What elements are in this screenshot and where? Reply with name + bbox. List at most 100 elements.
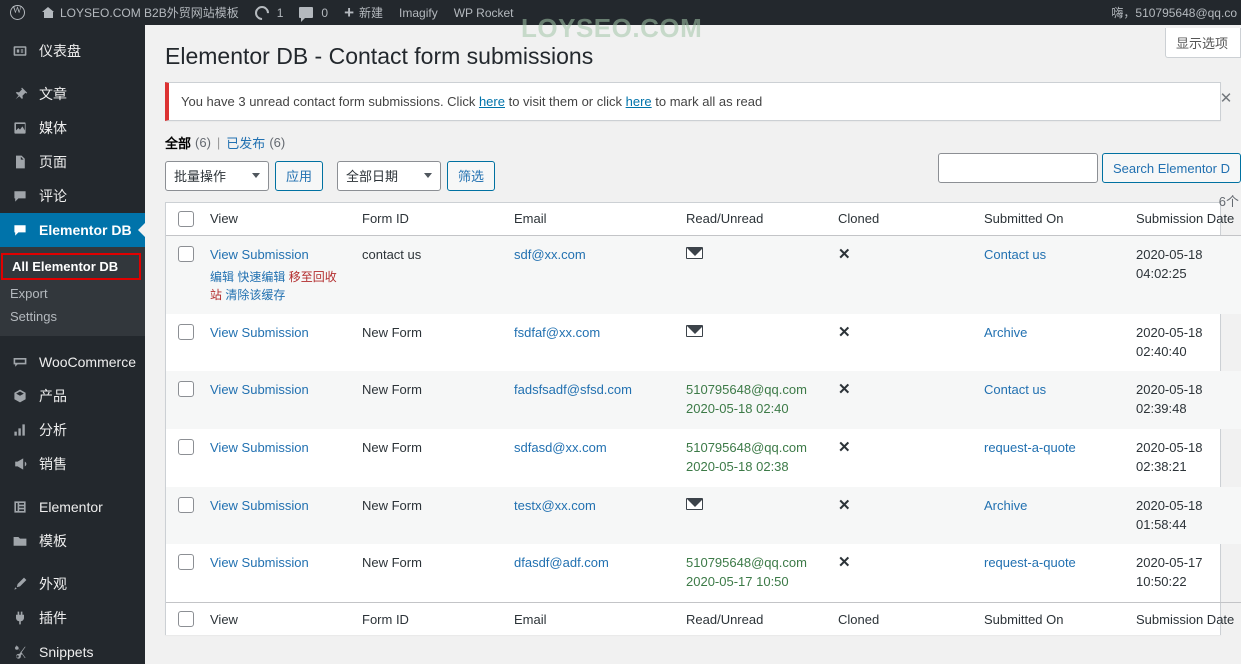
row-action-quick-edit[interactable]: 快速编辑 <box>237 270 285 284</box>
sidebar-item-dashboard[interactable]: 仪表盘 <box>0 34 145 68</box>
imagify-menu[interactable]: Imagify <box>391 0 446 25</box>
comments-menu[interactable]: 0 <box>291 0 336 25</box>
footer-submission-date[interactable]: Submission Date <box>1126 602 1241 636</box>
submitted-on-link[interactable]: Contact us <box>984 382 1046 397</box>
select-all-footer <box>166 602 200 636</box>
analytics-icon <box>10 420 30 440</box>
row-checkbox[interactable] <box>178 323 194 340</box>
sidebar-item-snippets[interactable]: Snippets <box>0 635 145 664</box>
item-count-label: 6个 <box>1218 194 1239 209</box>
notice-visit-link[interactable]: here <box>479 94 505 109</box>
close-icon: ✕ <box>838 381 851 399</box>
submitted-on-link[interactable]: Archive <box>984 325 1027 340</box>
my-account-menu[interactable]: 嗨，510795648@qq.co <box>1103 0 1241 25</box>
header-cloned[interactable]: Cloned <box>828 202 974 236</box>
wp-logo-menu[interactable] <box>0 0 34 25</box>
view-submission-link[interactable]: View Submission <box>210 498 309 513</box>
header-form-id[interactable]: Form ID <box>352 202 504 236</box>
updates-menu[interactable]: 1 <box>247 0 292 25</box>
footer-read-unread[interactable]: Read/Unread <box>676 602 828 636</box>
row-checkbox[interactable] <box>178 439 194 456</box>
footer-form-id[interactable]: Form ID <box>352 602 504 636</box>
wp-rocket-menu[interactable]: WP Rocket <box>446 0 522 25</box>
close-icon[interactable]: ✕ <box>1216 89 1236 109</box>
sidebar-item-pages[interactable]: 页面 <box>0 145 145 179</box>
sidebar-item-appearance[interactable]: 外观 <box>0 567 145 601</box>
sidebar-item-plugins[interactable]: 插件 <box>0 601 145 635</box>
view-submission-link[interactable]: View Submission <box>210 382 309 397</box>
view-submission-link[interactable]: View Submission <box>210 555 309 570</box>
submitted-on-link[interactable]: request-a-quote <box>984 555 1076 570</box>
form-id-cell: contact us <box>352 235 504 314</box>
view-filter-all[interactable]: 全部 (6) <box>165 133 211 152</box>
select-all-checkbox[interactable] <box>178 210 194 227</box>
row-checkbox[interactable] <box>178 496 194 513</box>
sidebar-item-media[interactable]: 媒体 <box>0 111 145 145</box>
email-link[interactable]: fadsfsadf@sfsd.com <box>514 382 632 397</box>
envelope-icon[interactable] <box>686 324 703 337</box>
view-filter-published[interactable]: 已发布 (6) <box>226 133 285 152</box>
table-footer-row: View Form ID Email Read/Unread Cloned Su… <box>166 602 1241 636</box>
submenu-item-export[interactable]: Export <box>0 282 145 305</box>
row-checkbox[interactable] <box>178 245 194 262</box>
view-submission-link[interactable]: View Submission <box>210 440 309 455</box>
submenu-item-all-elementor-db[interactable]: All Elementor DB <box>1 253 141 280</box>
select-all-checkbox-footer[interactable] <box>178 611 194 628</box>
footer-cloned[interactable]: Cloned <box>828 602 974 636</box>
view-submission-link[interactable]: View Submission <box>210 247 309 262</box>
submenu-item-settings[interactable]: Settings <box>0 305 145 328</box>
sidebar-item-woocommerce[interactable]: WooCommerce <box>0 345 145 379</box>
footer-submitted-on[interactable]: Submitted On <box>974 602 1126 636</box>
sidebar-item-label: 评论 <box>39 188 67 204</box>
search-submit-button[interactable]: Search Elementor D <box>1101 153 1241 183</box>
notice-text-after: to mark all as read <box>651 93 763 109</box>
email-link[interactable]: fsdfaf@xx.com <box>514 325 600 340</box>
bulk-action-select[interactable]: 批量操作 <box>165 160 269 191</box>
envelope-icon[interactable] <box>686 497 703 510</box>
email-link[interactable]: sdf@xx.com <box>514 247 586 262</box>
submission-date-cell: 2020-05-17 10:50:22 <box>1136 555 1203 590</box>
new-content-menu[interactable]: + 新建 <box>336 0 391 25</box>
row-select-cell <box>166 486 200 545</box>
screen-options-button[interactable]: 显示选项 <box>1164 28 1241 58</box>
apply-bulk-action-button[interactable]: 应用 <box>275 160 324 191</box>
notice-mark-read-link[interactable]: here <box>626 94 652 109</box>
page-icon <box>10 152 30 172</box>
view-submission-link[interactable]: View Submission <box>210 325 309 340</box>
row-checkbox[interactable] <box>178 381 194 398</box>
search-input[interactable] <box>937 153 1098 183</box>
filter-button[interactable]: 筛选 <box>447 160 496 191</box>
header-view[interactable]: View <box>200 202 352 236</box>
footer-view[interactable]: View <box>200 602 352 636</box>
header-read-unread[interactable]: Read/Unread <box>676 202 828 236</box>
comment-bubble-icon <box>299 7 314 22</box>
close-icon: ✕ <box>838 496 851 514</box>
sidebar-item-posts[interactable]: 文章 <box>0 77 145 111</box>
view-filter-published-label[interactable]: 已发布 <box>226 133 265 152</box>
submitted-on-link[interactable]: request-a-quote <box>984 440 1076 455</box>
submitted-on-link[interactable]: Contact us <box>984 247 1046 262</box>
sidebar-item-elementor-db[interactable]: Elementor DB <box>0 213 145 247</box>
sidebar-item-analytics[interactable]: 分析 <box>0 413 145 447</box>
submission-date-cell: 2020-05-18 02:39:48 <box>1126 371 1241 430</box>
email-link[interactable]: dfasdf@adf.com <box>514 555 609 570</box>
date-filter-select[interactable]: 全部日期 <box>337 160 442 191</box>
comment-icon <box>10 186 30 206</box>
header-email[interactable]: Email <box>504 202 676 236</box>
row-action-edit[interactable]: 编辑 <box>210 270 234 284</box>
header-submitted-on[interactable]: Submitted On <box>974 202 1126 236</box>
sidebar-item-templates[interactable]: 模板 <box>0 524 145 558</box>
footer-email[interactable]: Email <box>504 602 676 636</box>
row-checkbox[interactable] <box>178 554 194 571</box>
sidebar-item-label: 模板 <box>39 533 67 549</box>
site-name-menu[interactable]: LOYSEO.COM B2B外贸网站模板 <box>34 0 247 25</box>
envelope-icon[interactable] <box>686 246 703 259</box>
email-link[interactable]: testx@xx.com <box>514 498 596 513</box>
sidebar-item-products[interactable]: 产品 <box>0 379 145 413</box>
email-link[interactable]: sdfasd@xx.com <box>514 440 607 455</box>
sidebar-item-marketing[interactable]: 销售 <box>0 447 145 481</box>
sidebar-item-comments[interactable]: 评论 <box>0 179 145 213</box>
submitted-on-link[interactable]: Archive <box>984 498 1027 513</box>
row-action-clear-cache[interactable]: 清除该缓存 <box>225 288 285 302</box>
sidebar-item-elementor[interactable]: Elementor <box>0 490 145 524</box>
